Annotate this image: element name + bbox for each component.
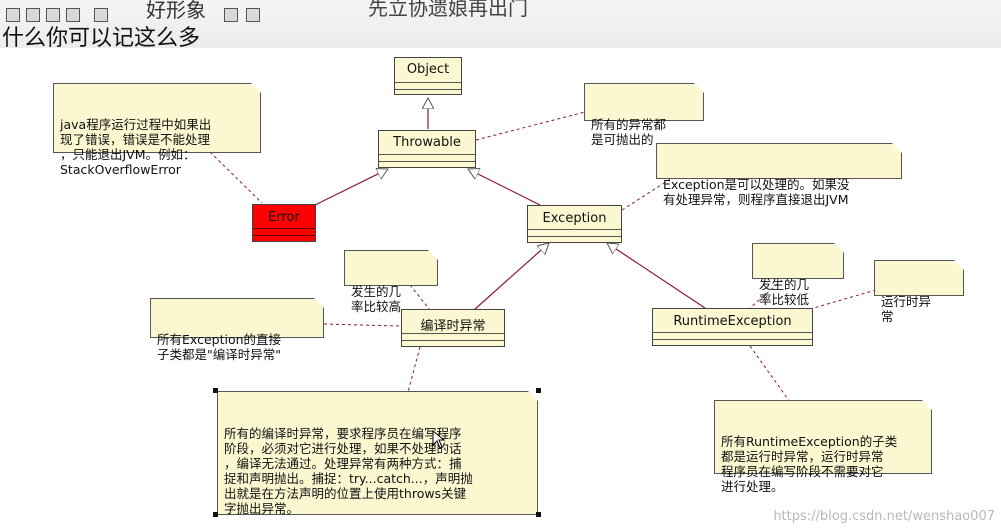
anchor-error-note (209, 151, 263, 204)
anchor-checked-freq (409, 284, 431, 311)
class-checked-name: 编译时异常 (420, 319, 486, 334)
selection-handle[interactable] (536, 512, 541, 517)
note-exception[interactable]: Exception是可以处理的。如果没 有处理异常，则程序直接退出JVM (656, 143, 902, 207)
anchor-runtime-label (809, 289, 877, 310)
note-exception-text: Exception是可以处理的。如果没 有处理异常，则程序直接退出JVM (663, 177, 850, 207)
selection-handle[interactable] (213, 388, 218, 393)
note-checked-description[interactable]: 所有的编译时异常，要求程序员在编写程序 阶段，必须对它进行处理，如果不处理的话 … (217, 391, 538, 516)
subtitle-center: 先立协遗娘再出门 (368, 0, 528, 20)
image-icon[interactable] (246, 8, 260, 22)
note-runtime-frequency[interactable]: 发生的几 率比较低 (752, 243, 844, 307)
class-error-name: Error (268, 210, 300, 225)
class-error[interactable]: Error (252, 204, 316, 242)
watermark: https://blog.csdn.net/wenshao007 (773, 509, 995, 524)
class-runtime-exception[interactable]: RuntimeException (652, 308, 813, 346)
anchor-throwable-note (475, 111, 586, 141)
mouse-cursor-icon (432, 430, 446, 449)
anchor-runtime-desc (749, 345, 791, 403)
inherit-exception-throwable (468, 169, 541, 206)
inherit-checked-exception (473, 243, 549, 311)
note-checked-frequency[interactable]: 发生的几 率比较高 (344, 250, 438, 314)
note-error[interactable]: java程序运行过程中如果出 现了错误，错误是不能处理 ，只能退出JVM。例如：… (53, 83, 261, 177)
inherit-runtime-exception (607, 243, 706, 309)
selection-handle[interactable] (213, 512, 218, 517)
toolbar: 好形象 先立协遗娘再出门 什么你可以记这么多 (0, 0, 1001, 51)
inherit-error-throwable (314, 169, 388, 206)
note-throwable[interactable]: 所有的异常都 是可抛出的 (584, 83, 704, 147)
class-exception[interactable]: Exception (527, 205, 622, 243)
class-exception-name: Exception (542, 211, 607, 226)
note-runtime-frequency-text: 发生的几 率比较低 (759, 277, 810, 307)
class-checked-exception[interactable]: 编译时异常 (401, 309, 505, 347)
class-runtime-name: RuntimeException (673, 314, 792, 329)
anchor-checked-desc (407, 346, 421, 393)
selection-handle[interactable] (536, 388, 541, 393)
class-throwable-name: Throwable (393, 135, 461, 150)
zoom-icon[interactable] (224, 8, 238, 22)
note-runtime-description[interactable]: 所有RuntimeException的子类 都是运行时异常，运行时异常 程序员在… (714, 400, 932, 494)
class-object[interactable]: Object (394, 57, 462, 95)
note-runtime-label[interactable]: 运行时异 常 (874, 260, 964, 324)
class-object-name: Object (406, 62, 450, 77)
note-checked-frequency-text: 发生的几 率比较高 (351, 284, 402, 314)
class-throwable[interactable]: Throwable (378, 130, 476, 168)
anchor-checked-direct (323, 323, 401, 327)
note-checked-direct[interactable]: 所有Exception的直接 子类都是"编译时异常" (150, 298, 324, 362)
note-checked-direct-text: 所有Exception的直接 子类都是"编译时异常" (157, 332, 282, 362)
